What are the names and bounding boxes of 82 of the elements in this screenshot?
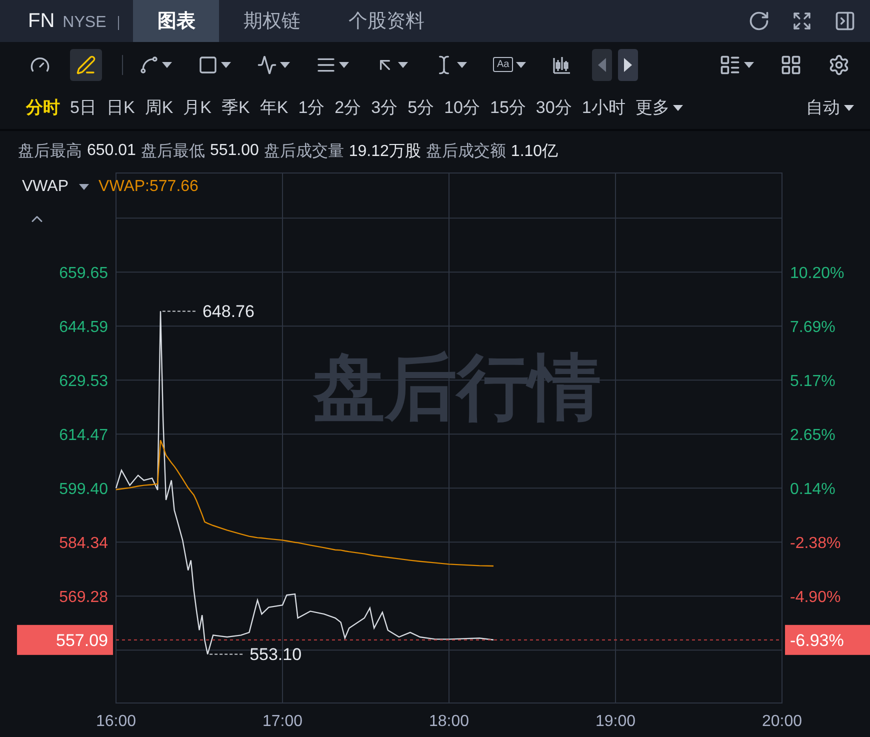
caret-icon bbox=[457, 62, 467, 68]
caret-icon bbox=[339, 62, 349, 68]
period-tab[interactable]: 5分 bbox=[408, 96, 434, 120]
time-axis-label: 17:00 bbox=[262, 713, 303, 730]
percent-axis-label: 5.17% bbox=[790, 373, 836, 390]
draw-button[interactable] bbox=[70, 48, 102, 81]
square-icon bbox=[198, 54, 218, 75]
collapse-panel-icon[interactable] bbox=[834, 10, 856, 32]
stat-label: 盘后最低 bbox=[140, 142, 205, 162]
pencil-icon bbox=[76, 54, 96, 75]
price-axis-label: 584.34 bbox=[59, 535, 108, 552]
exchange-label: NYSE bbox=[62, 16, 120, 30]
last-price-badge: 557.09 bbox=[17, 624, 113, 655]
indicator-dropdown[interactable]: VWAP bbox=[22, 178, 89, 196]
period-tab[interactable]: 30分 bbox=[536, 96, 572, 120]
time-axis-label: 19:00 bbox=[595, 713, 636, 730]
view-tab[interactable]: 个股资料 bbox=[324, 0, 448, 42]
indicator-reading: VWAP:577.66 bbox=[98, 178, 198, 196]
stat-label: 盘后成交量 bbox=[264, 142, 344, 162]
period-tab[interactable]: 年K bbox=[260, 96, 288, 120]
price-axis-label: 644.59 bbox=[59, 319, 108, 336]
caret-icon bbox=[844, 104, 854, 111]
period-tab[interactable]: 月K bbox=[183, 96, 212, 120]
stat-value: 650.01 bbox=[87, 142, 136, 160]
view-tab[interactable]: 图表 bbox=[133, 0, 220, 42]
stat-value: 19.12万股 bbox=[348, 142, 421, 162]
text-tool-button[interactable]: Aa bbox=[487, 48, 532, 81]
ticker-symbol: FN bbox=[28, 10, 55, 32]
candlestick-icon bbox=[552, 54, 572, 75]
scale-dropdown[interactable]: 自动 bbox=[806, 96, 854, 120]
period-tab[interactable]: 10分 bbox=[444, 96, 480, 120]
line-icon bbox=[139, 54, 159, 75]
period-tab[interactable]: 5日 bbox=[70, 96, 96, 120]
time-axis-label: 16:00 bbox=[96, 713, 136, 730]
period-tab[interactable]: 日K bbox=[106, 96, 135, 120]
stat-label: 盘后成交额 bbox=[426, 142, 506, 162]
percent-axis-label: 7.69% bbox=[790, 319, 836, 336]
triangle-left-icon bbox=[598, 58, 606, 72]
percent-axis-label: -4.90% bbox=[790, 589, 841, 606]
percent-axis-label: 10.20% bbox=[790, 265, 844, 282]
caret-icon bbox=[221, 62, 231, 68]
caret-icon bbox=[673, 104, 684, 111]
period-tab[interactable]: 15分 bbox=[490, 96, 526, 120]
last-percent-badge: -6.93% bbox=[785, 624, 870, 655]
stat-value: 551.00 bbox=[210, 142, 259, 160]
period-tab[interactable]: 更多 bbox=[635, 96, 684, 120]
list-icon bbox=[719, 54, 741, 76]
period-tab[interactable]: 周K bbox=[144, 96, 174, 120]
settings-icon bbox=[828, 54, 850, 76]
stat-value: 1.10亿 bbox=[510, 142, 558, 162]
period-tab[interactable]: 季K bbox=[222, 96, 250, 120]
next-button[interactable] bbox=[618, 48, 638, 81]
extreme-price-label: 553.10 bbox=[250, 645, 302, 664]
price-axis-label: 659.65 bbox=[59, 265, 108, 282]
period-tab[interactable]: 2分 bbox=[334, 96, 362, 120]
caret-icon bbox=[162, 62, 172, 68]
price-axis-label: 569.28 bbox=[59, 589, 108, 606]
time-axis-label: 18:00 bbox=[428, 713, 470, 730]
caret-icon bbox=[398, 62, 408, 68]
fullscreen-icon[interactable] bbox=[792, 11, 812, 31]
caret-icon bbox=[516, 62, 526, 68]
period-tab[interactable]: 分时 bbox=[26, 96, 60, 120]
percent-axis-label: 0.14% bbox=[790, 481, 836, 498]
zigzag-icon bbox=[257, 54, 277, 75]
time-axis-label: 20:00 bbox=[762, 713, 802, 730]
caret-icon bbox=[280, 62, 290, 68]
price-axis-label: 599.40 bbox=[59, 481, 108, 498]
caret-icon bbox=[744, 62, 754, 68]
view-tab[interactable]: 期权链 bbox=[219, 0, 324, 42]
refresh-icon[interactable] bbox=[748, 10, 770, 32]
period-tab[interactable]: 1分 bbox=[298, 96, 325, 120]
extreme-price-label: 648.76 bbox=[202, 302, 254, 322]
caret-icon bbox=[78, 184, 89, 190]
price-axis-label: 614.47 bbox=[59, 427, 108, 444]
period-tab[interactable]: 3分 bbox=[371, 96, 398, 120]
stat-label: 盘后最高 bbox=[18, 142, 82, 162]
price-axis-label: 629.53 bbox=[59, 373, 108, 390]
grid-icon bbox=[780, 54, 802, 76]
percent-axis-label: -2.38% bbox=[790, 535, 841, 552]
period-tab[interactable]: 1小时 bbox=[582, 96, 626, 120]
percent-axis-label: 2.65% bbox=[790, 427, 836, 444]
triangle-right-icon bbox=[624, 58, 632, 72]
